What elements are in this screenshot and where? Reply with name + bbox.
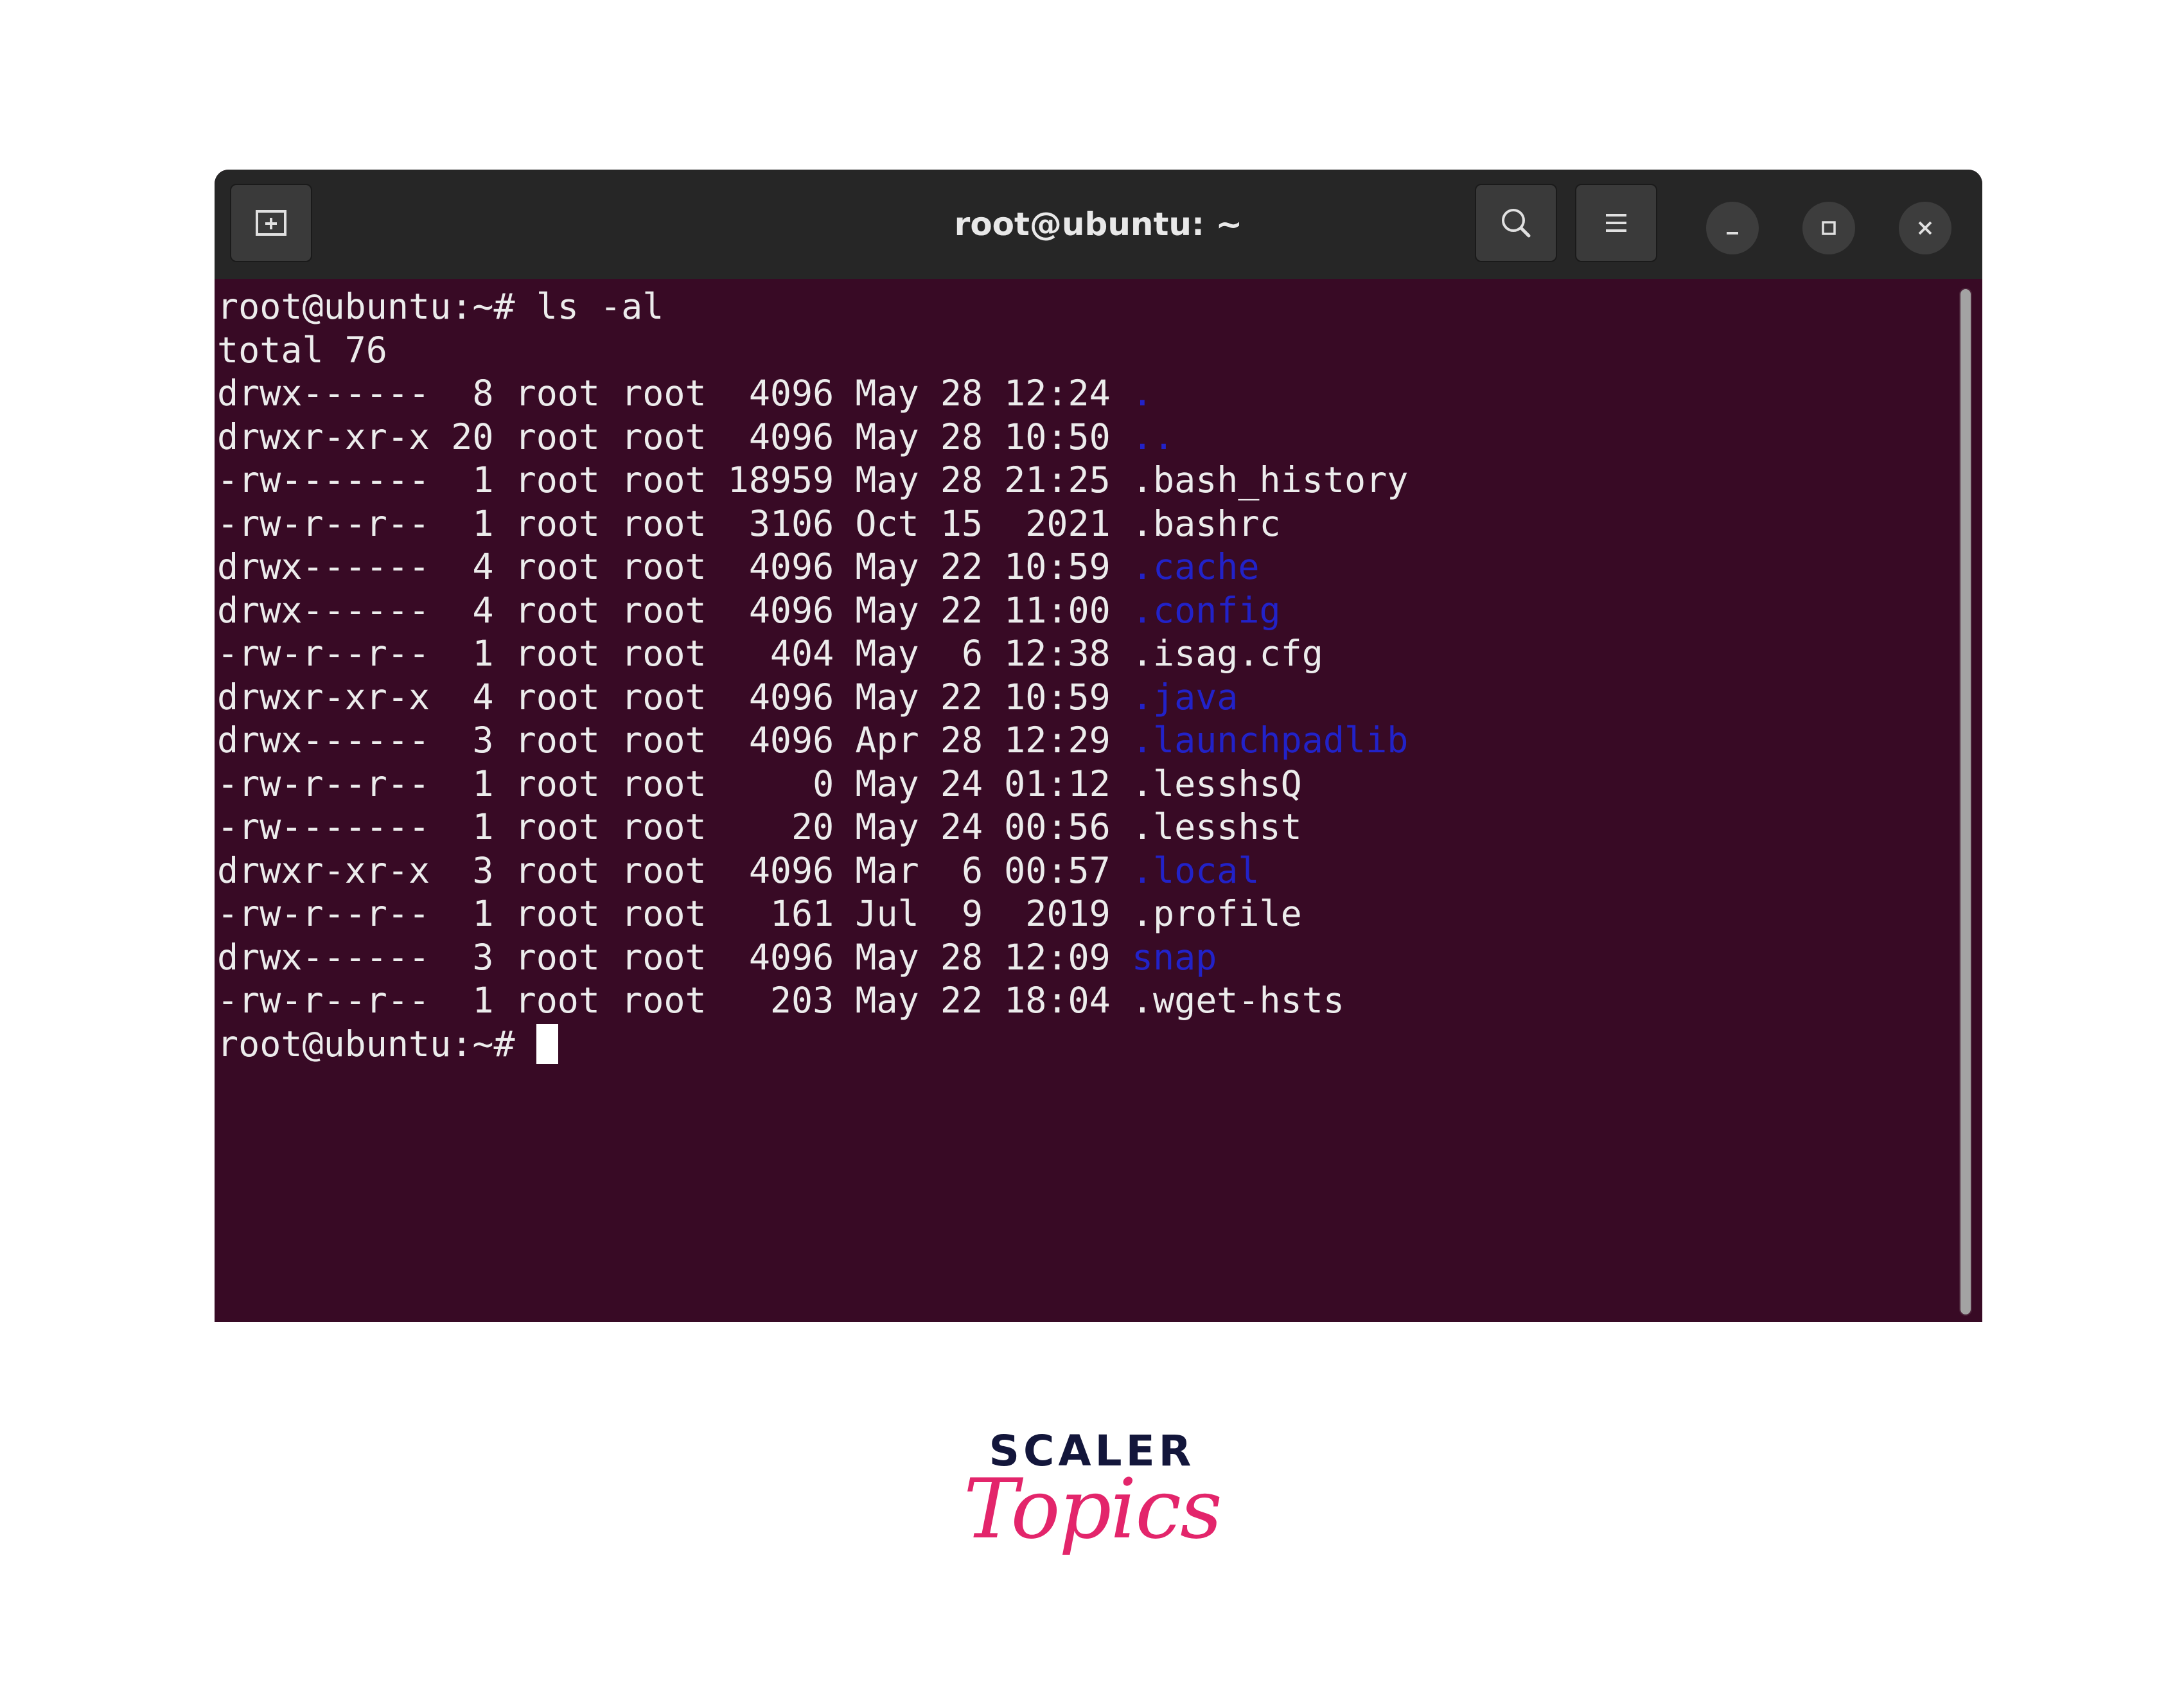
listing-row: drwx------ 4 root root 4096 May 22 10:59… <box>217 545 1408 589</box>
file-name: .wget-hsts <box>1131 980 1344 1021</box>
listing-row: drwxr-xr-x 3 root root 4096 Mar 6 00:57 … <box>217 849 1408 893</box>
listing-row: -rw------- 1 root root 18959 May 28 21:2… <box>217 459 1408 502</box>
listing-row: -rw------- 1 root root 20 May 24 00:56 .… <box>217 806 1408 849</box>
file-attributes: -rw-r--r-- 1 root root 0 May 24 01:12 <box>217 763 1132 804</box>
listing-row: drwx------ 8 root root 4096 May 28 12:24… <box>217 372 1408 416</box>
text-cursor <box>536 1023 558 1064</box>
brand-logo: SCALER Topics <box>964 1426 1222 1619</box>
listing-row: drwx------ 3 root root 4096 May 28 12:09… <box>217 936 1408 980</box>
file-name: .profile <box>1131 893 1302 934</box>
maximize-icon <box>1822 221 1836 235</box>
command-line: root@ubuntu:~# ls -al <box>217 286 664 327</box>
terminal-window: root@ubuntu: ~ root@ubuntu:~# ls -al tot… <box>215 170 1982 1322</box>
listing-row: drwx------ 4 root root 4096 May 22 11:00… <box>217 589 1408 633</box>
file-attributes: -rw------- 1 root root 20 May 24 00:56 <box>217 806 1132 847</box>
listing-row: -rw-r--r-- 1 root root 161 Jul 9 2019 .p… <box>217 892 1408 936</box>
file-name: .lesshsQ <box>1131 763 1302 804</box>
file-name: .isag.cfg <box>1131 633 1323 674</box>
maximize-button[interactable] <box>1802 202 1855 254</box>
file-attributes: -rw-r--r-- 1 root root 161 Jul 9 2019 <box>217 893 1132 934</box>
file-attributes: drwx------ 3 root root 4096 Apr 28 12:29 <box>217 720 1132 761</box>
directory-name: .local <box>1131 849 1260 891</box>
titlebar: root@ubuntu: ~ <box>215 170 1982 279</box>
listing-row: -rw-r--r-- 1 root root 0 May 24 01:12 .l… <box>217 763 1408 806</box>
file-name: .bashrc <box>1131 502 1281 544</box>
file-name: .lesshst <box>1131 806 1302 847</box>
page-canvas: root@ubuntu: ~ root@ubuntu:~# ls -al tot… <box>0 0 2184 1707</box>
search-icon <box>1502 209 1531 238</box>
file-attributes: drwx------ 4 root root 4096 May 22 11:00 <box>217 589 1132 631</box>
terminal-body[interactable]: root@ubuntu:~# ls -al total 76 drwx------ … <box>215 279 1982 1322</box>
close-icon <box>1918 221 1932 235</box>
file-attributes: -rw-r--r-- 1 root root 404 May 6 12:38 <box>217 633 1132 674</box>
minimize-button[interactable] <box>1706 202 1759 254</box>
total-line: total 76 <box>217 329 387 371</box>
file-name: .bash_history <box>1131 459 1409 500</box>
listing-row: drwx------ 3 root root 4096 Apr 28 12:29… <box>217 719 1408 763</box>
search-button[interactable] <box>1475 184 1557 262</box>
directory-name: .cache <box>1131 546 1260 587</box>
file-attributes: -rw------- 1 root root 18959 May 28 21:2… <box>217 459 1132 500</box>
directory-name: .java <box>1131 676 1238 718</box>
file-attributes: -rw-r--r-- 1 root root 3106 Oct 15 2021 <box>217 502 1132 544</box>
listing-row: drwxr-xr-x 20 root root 4096 May 28 10:5… <box>217 416 1408 459</box>
prompt-text: root@ubuntu:~# <box>217 1023 536 1065</box>
file-listing: drwx------ 8 root root 4096 May 28 12:24… <box>217 372 1408 1023</box>
prompt-line: root@ubuntu:~# <box>217 1023 1408 1066</box>
scrollbar-track[interactable] <box>1959 288 1972 1316</box>
directory-name: .config <box>1131 589 1281 631</box>
directory-name: .. <box>1131 416 1175 457</box>
directory-name: . <box>1131 373 1153 414</box>
file-attributes: -rw-r--r-- 1 root root 203 May 22 18:04 <box>217 980 1132 1021</box>
file-attributes: drwxr-xr-x 3 root root 4096 Mar 6 00:57 <box>217 849 1132 891</box>
file-attributes: drwx------ 4 root root 4096 May 22 10:59 <box>217 546 1132 587</box>
close-button[interactable] <box>1899 202 1951 254</box>
minimize-icon <box>1727 232 1738 234</box>
listing-row: drwxr-xr-x 4 root root 4096 May 22 10:59… <box>217 676 1408 720</box>
file-attributes: drwx------ 3 root root 4096 May 28 12:09 <box>217 936 1132 978</box>
new-tab-icon <box>256 210 286 236</box>
terminal-output: root@ubuntu:~# ls -al total 76 drwx------ … <box>217 285 1408 1066</box>
file-attributes: drwxr-xr-x 20 root root 4096 May 28 10:5… <box>217 416 1132 457</box>
directory-name: snap <box>1131 936 1217 978</box>
scrollbar-thumb[interactable] <box>1960 289 1971 1314</box>
brand-sub: Topics <box>964 1462 1222 1557</box>
file-attributes: drwxr-xr-x 4 root root 4096 May 22 10:59 <box>217 676 1132 718</box>
directory-name: .launchpadlib <box>1131 720 1409 761</box>
listing-row: -rw-r--r-- 1 root root 3106 Oct 15 2021 … <box>217 502 1408 546</box>
listing-row: -rw-r--r-- 1 root root 404 May 6 12:38 .… <box>217 632 1408 676</box>
listing-row: -rw-r--r-- 1 root root 203 May 22 18:04 … <box>217 979 1408 1023</box>
menu-button[interactable] <box>1575 184 1657 262</box>
file-attributes: drwx------ 8 root root 4096 May 28 12:24 <box>217 373 1132 414</box>
hamburger-menu-icon <box>1606 214 1626 232</box>
new-tab-button[interactable] <box>230 184 312 262</box>
